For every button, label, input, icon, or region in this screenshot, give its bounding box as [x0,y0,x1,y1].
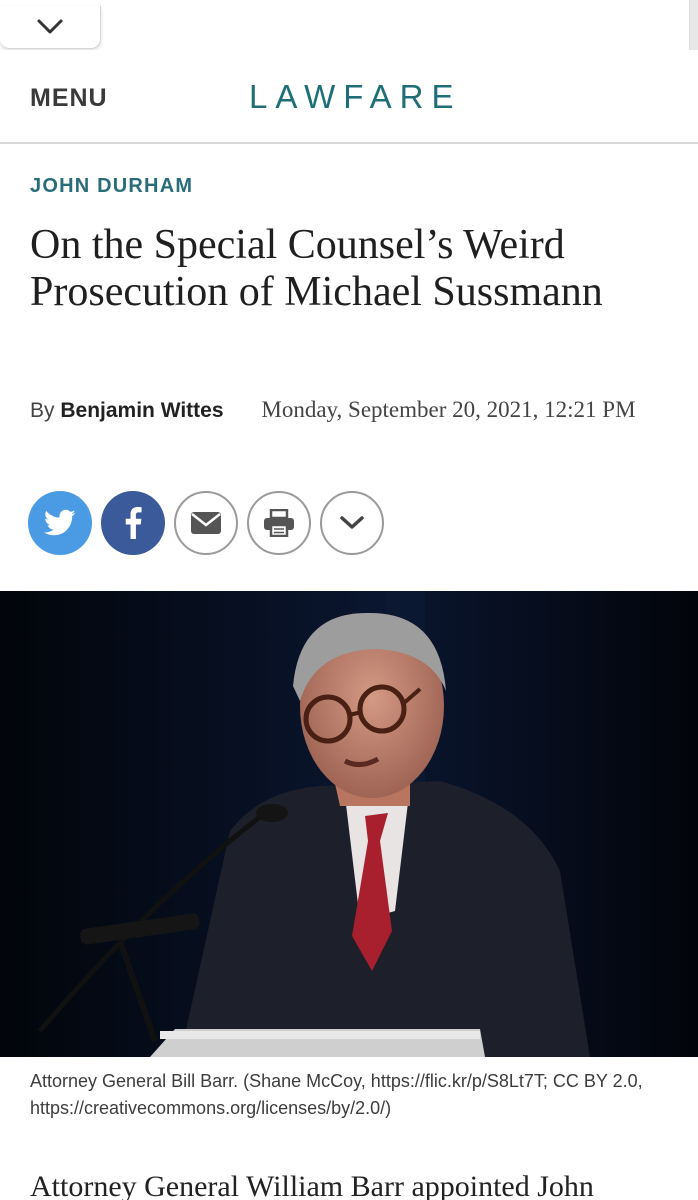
category-link[interactable]: JOHN DURHAM [30,175,193,198]
collapse-tab[interactable] [0,6,101,49]
chevron-down-icon [340,516,364,529]
twitter-icon [44,509,76,536]
site-header: MENU LAWFARE [0,50,698,144]
speaker-photo [0,591,698,1057]
print-button[interactable] [247,491,311,555]
share-bar [28,491,384,555]
article-photo [0,591,698,1057]
email-share-button[interactable] [174,491,238,555]
facebook-icon [125,507,142,539]
twitter-share-button[interactable] [28,491,92,555]
byline-prefix: By [30,399,55,422]
author-link[interactable]: Benjamin Wittes [60,399,223,422]
photo-caption: Attorney General Bill Barr. (Shane McCoy… [30,1071,643,1118]
menu-button[interactable]: MENU [30,84,108,113]
facebook-share-button[interactable] [101,491,165,555]
article-title: On the Special Counsel’s Weird Prosecuti… [30,222,603,315]
more-share-button[interactable] [320,491,384,555]
top-bar [0,0,698,70]
site-logo[interactable]: LAWFARE [249,78,461,116]
publish-date: Monday, September 20, 2021, 12:21 PM [261,397,636,422]
byline: By Benjamin Wittes Monday, September 20,… [30,393,670,427]
chevron-down-icon [37,19,63,34]
article-body-first-line: Attorney General William Barr appointed … [30,1170,594,1200]
print-icon [264,509,294,537]
email-icon [191,512,221,534]
